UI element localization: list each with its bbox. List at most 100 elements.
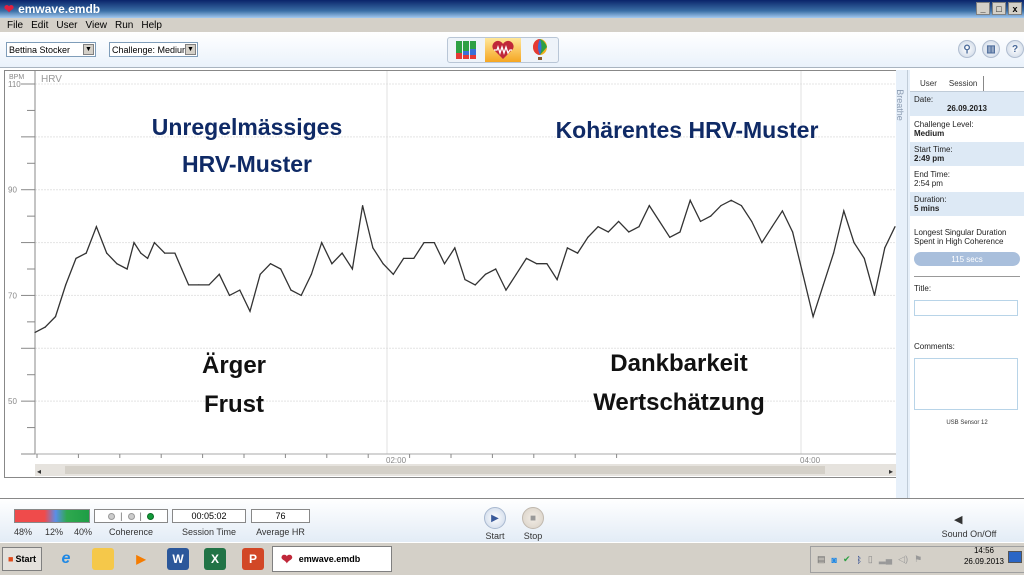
heart-hrv-view-button[interactable] xyxy=(484,38,522,62)
teamviewer-icon[interactable]: ◙ xyxy=(832,555,837,565)
menu-edit[interactable]: Edit xyxy=(28,20,53,31)
show-desktop-button[interactable] xyxy=(1008,551,1022,563)
comments-input[interactable] xyxy=(914,358,1018,410)
menu-file[interactable]: File xyxy=(4,20,28,31)
low-coherence-light-icon xyxy=(108,512,116,520)
hrv-data-point xyxy=(280,268,282,270)
challenge-select[interactable]: Challenge: Medium ▼ xyxy=(109,42,198,57)
hrv-data-point xyxy=(392,273,394,275)
hrv-data-point xyxy=(525,257,528,260)
system-clock[interactable]: 14:56 26.09.2013 xyxy=(964,545,1004,567)
challenge-value: Medium xyxy=(914,129,945,138)
end-time-value: 2:54 pm xyxy=(914,179,943,188)
sound-toggle-label[interactable]: Sound On/Off xyxy=(934,529,1004,539)
stop-label: Stop xyxy=(523,531,543,541)
hrv-data-point xyxy=(321,241,323,244)
hrv-data-point xyxy=(853,241,855,244)
annotation-coherent: Kohärentes HRV-Muster xyxy=(556,117,819,143)
user-select-value: Bettina Stocker xyxy=(9,44,71,55)
title-input[interactable] xyxy=(914,300,1018,316)
hrv-data-point xyxy=(679,231,681,233)
volume-icon[interactable]: ◁) xyxy=(898,554,908,565)
scrollbar-thumb[interactable] xyxy=(65,466,825,474)
average-hr-value: 76 xyxy=(251,509,310,523)
hrv-data-point xyxy=(484,273,487,275)
menu-run[interactable]: Run xyxy=(112,20,138,31)
hrv-data-point xyxy=(174,252,176,254)
hrv-data-point xyxy=(300,294,302,297)
hrv-data-point xyxy=(362,204,364,207)
hrv-data-point xyxy=(730,199,732,201)
user-select[interactable]: Bettina Stocker ▼ xyxy=(6,42,96,57)
heart-icon: ❤ xyxy=(281,550,293,567)
bluetooth-icon[interactable]: ᛒ xyxy=(857,555,862,565)
tab-session[interactable]: Session xyxy=(942,76,985,91)
internet-explorer-icon[interactable]: e xyxy=(55,548,77,570)
date-label: Date: xyxy=(914,95,934,104)
media-player-icon[interactable]: ▶ xyxy=(130,548,152,570)
y-tick-label: 70 xyxy=(8,291,17,300)
hrv-data-point xyxy=(133,241,135,244)
hrv-data-point xyxy=(331,263,333,265)
annotation-anger: Ärger xyxy=(202,352,266,379)
comments-label: Comments: xyxy=(910,339,1024,355)
hrv-data-point xyxy=(126,268,128,270)
hrv-data-point xyxy=(310,273,313,275)
printer-icon[interactable]: ▤ xyxy=(817,554,826,565)
balloon-view-button[interactable] xyxy=(521,38,558,62)
scroll-left-icon[interactable]: ◂ xyxy=(37,467,41,476)
taskbar-app-emwave[interactable]: ❤ emwave.emdb xyxy=(272,546,392,572)
y-tick-label: 90 xyxy=(8,186,17,195)
hrv-data-point xyxy=(873,294,876,297)
chevron-down-icon[interactable]: ▼ xyxy=(185,44,196,55)
hrv-chart-svg: 50 70 90 110 BPM HRV 02:00 04:00 ◂ ▸ Unrege… xyxy=(8,71,898,476)
speaker-icon[interactable]: ◀ xyxy=(954,513,962,526)
challenge-item: Challenge Level: Medium xyxy=(910,117,1024,142)
powerpoint-icon[interactable]: P xyxy=(242,548,264,570)
menu-help[interactable]: Help xyxy=(138,20,167,31)
minimize-button[interactable]: _ xyxy=(976,2,990,15)
toolbar: Bettina Stocker ▼ Challenge: Medium ▼ ⚲ … xyxy=(0,32,1024,68)
bar-chart-icon xyxy=(456,41,477,59)
excel-icon[interactable]: X xyxy=(204,548,226,570)
sync-icon[interactable]: ✔ xyxy=(843,554,851,565)
search-icon[interactable]: ⚲ xyxy=(958,40,976,58)
maximize-button[interactable]: □ xyxy=(992,2,1006,15)
stop-button[interactable]: ■ xyxy=(522,507,544,529)
window-title: emwave.emdb xyxy=(18,2,101,16)
hrv-data-point xyxy=(351,268,353,270)
hrv-data-point xyxy=(116,263,118,265)
flag-icon[interactable]: ⚑ xyxy=(914,554,922,565)
breathe-tab[interactable]: Breathe xyxy=(895,70,908,498)
chevron-down-icon[interactable]: ▼ xyxy=(83,44,94,55)
device-icon[interactable]: ▯ xyxy=(868,554,873,565)
close-button[interactable]: x xyxy=(1008,2,1022,15)
start-button[interactable]: ▶ xyxy=(484,507,506,529)
start-menu-button[interactable]: ■ Start xyxy=(2,547,42,571)
hrv-data-point xyxy=(187,284,190,286)
scroll-right-icon[interactable]: ▸ xyxy=(889,467,893,476)
signal-icon[interactable]: ▂▄ xyxy=(879,554,892,565)
chart-title: HRV xyxy=(41,74,62,85)
end-time-label: End Time: xyxy=(914,170,951,179)
hrv-series-line xyxy=(34,198,896,333)
help-icon[interactable]: ? xyxy=(1006,40,1024,58)
word-icon[interactable]: W xyxy=(167,548,189,570)
bar-chart-view-button[interactable] xyxy=(448,38,485,62)
hrv-data-point xyxy=(65,284,67,286)
tab-user[interactable]: User xyxy=(914,76,943,91)
hrv-data-point xyxy=(75,257,77,260)
hrv-data-point xyxy=(536,263,538,265)
high-coherence-light-icon xyxy=(146,512,154,520)
book-icon[interactable]: ▥ xyxy=(982,40,1000,58)
windows-logo-icon: ■ xyxy=(8,554,14,564)
hrv-data-point xyxy=(198,284,200,286)
menu-user[interactable]: User xyxy=(53,20,82,31)
menu-view[interactable]: View xyxy=(82,20,112,31)
hrv-data-point xyxy=(515,273,517,275)
hrv-data-point xyxy=(433,241,435,244)
file-explorer-icon[interactable] xyxy=(92,548,114,570)
hrv-chart: 50 70 90 110 BPM HRV 02:00 04:00 ◂ ▸ Unrege… xyxy=(4,70,898,478)
hrv-data-point xyxy=(413,257,415,260)
hrv-data-point xyxy=(607,231,609,233)
